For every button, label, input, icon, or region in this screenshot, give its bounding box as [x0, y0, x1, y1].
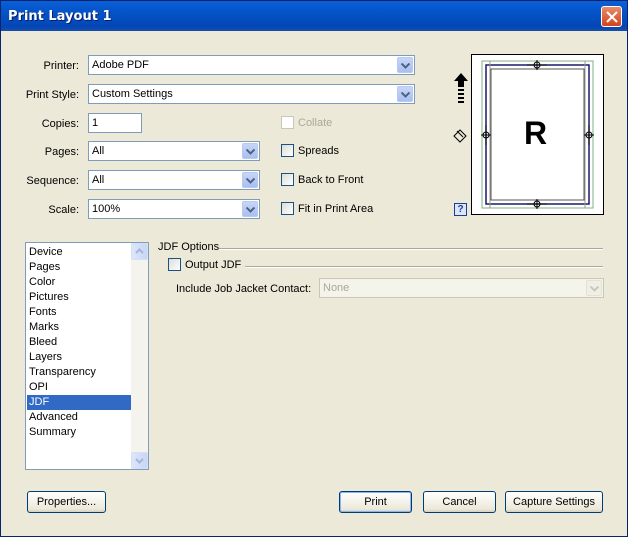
spreads-box [281, 144, 294, 157]
category-item-fonts[interactable]: Fonts [27, 305, 131, 320]
print-dialog: Print Layout 1 Printer: Adobe PDF Print … [0, 0, 628, 537]
printer-value: Adobe PDF [92, 59, 149, 71]
chevron-down-icon [246, 178, 255, 184]
fit-in-print-area-checkbox[interactable]: Fit in Print Area [281, 202, 373, 215]
help-icon: ? [457, 204, 464, 215]
feed-direction-arrow-icon [454, 73, 468, 103]
category-item-marks[interactable]: Marks [27, 320, 131, 335]
fit-in-print-area-box [281, 202, 294, 215]
print-button[interactable]: Print [339, 491, 412, 513]
scale-label: Scale: [48, 204, 79, 216]
category-item-advanced[interactable]: Advanced [27, 410, 131, 425]
category-item-jdf[interactable]: JDF [27, 395, 131, 410]
chevron-down-icon [246, 149, 255, 155]
printer-label: Printer: [43, 60, 79, 72]
collate-checkbox[interactable]: Collate [281, 116, 332, 129]
jdf-options-divider [219, 248, 603, 250]
help-button[interactable]: ? [454, 203, 467, 216]
category-item-opi[interactable]: OPI [27, 380, 131, 395]
sequence-label: Sequence: [26, 175, 79, 187]
preview-letter: R [524, 115, 548, 151]
pages-dropdown-button[interactable] [242, 143, 258, 159]
category-item-transparency[interactable]: Transparency [27, 365, 131, 380]
pages-label: Pages: [44, 146, 79, 158]
capture-settings-button[interactable]: Capture Settings [505, 491, 603, 513]
scale-dropdown-button[interactable] [242, 201, 258, 217]
chevron-up-icon [135, 248, 144, 254]
output-jdf-label: Output JDF [185, 258, 242, 271]
properties-button[interactable]: Properties... [27, 491, 106, 513]
category-list-scrollbar[interactable] [131, 243, 148, 469]
category-item-pages[interactable]: Pages [27, 260, 131, 275]
properties-button-label: Properties... [36, 496, 97, 508]
copies-value: 1 [92, 117, 99, 129]
jdf-options-title: JDF Options [158, 241, 220, 253]
category-item-device[interactable]: Device [27, 245, 131, 260]
back-to-front-label: Back to Front [298, 173, 364, 186]
scale-select[interactable]: 100% [88, 199, 260, 219]
output-jdf-divider [245, 266, 603, 268]
print-style-value: Custom Settings [92, 88, 173, 100]
title-bar: Print Layout 1 [1, 1, 627, 31]
printer-dropdown-button[interactable] [397, 57, 413, 73]
sequence-value: All [92, 174, 105, 186]
category-item-bleed[interactable]: Bleed [27, 335, 131, 350]
copies-label: Copies: [41, 118, 79, 130]
category-list[interactable]: Device Pages Color Pictures Fonts Marks Bleed L… [25, 242, 149, 470]
fit-in-print-area-label: Fit in Print Area [298, 202, 374, 215]
job-jacket-contact-select[interactable]: None [319, 278, 604, 298]
window-title: Print Layout 1 [8, 9, 112, 24]
job-jacket-value: None [323, 282, 350, 294]
sequence-dropdown-button[interactable] [242, 172, 258, 188]
collate-box [281, 116, 294, 129]
chevron-down-icon [590, 286, 599, 292]
back-to-front-checkbox[interactable]: Back to Front [281, 173, 363, 186]
scale-value: 100% [92, 203, 121, 215]
output-jdf-checkbox[interactable]: Output JDF [168, 258, 241, 271]
chevron-down-icon [135, 458, 144, 464]
sequence-select[interactable]: All [88, 170, 260, 190]
page-preview: R [471, 54, 604, 215]
chevron-down-icon [401, 92, 410, 98]
print-style-label: Print Style: [25, 89, 79, 101]
spreads-checkbox[interactable]: Spreads [281, 144, 339, 157]
printer-select[interactable]: Adobe PDF [88, 55, 415, 75]
capture-settings-button-label: Capture Settings [513, 496, 595, 508]
scroll-down-button[interactable] [131, 452, 148, 469]
print-style-dropdown-button[interactable] [397, 86, 413, 102]
print-style-select[interactable]: Custom Settings [88, 84, 415, 104]
spreads-label: Spreads [298, 144, 339, 157]
back-to-front-box [281, 173, 294, 186]
print-button-label: Print [364, 496, 387, 508]
close-icon [606, 11, 618, 23]
job-jacket-dropdown-button[interactable] [586, 280, 602, 296]
chevron-down-icon [246, 207, 255, 213]
scroll-up-button[interactable] [131, 243, 148, 260]
job-jacket-label: Include Job Jacket Contact: [176, 283, 312, 295]
copies-input[interactable]: 1 [88, 113, 142, 133]
page-rotate-icon[interactable] [451, 127, 469, 145]
pages-value: All [92, 145, 105, 157]
pages-select[interactable]: All [88, 141, 260, 161]
collate-label: Collate [298, 116, 333, 129]
category-item-layers[interactable]: Layers [27, 350, 131, 365]
output-jdf-box [168, 258, 181, 271]
category-item-pictures[interactable]: Pictures [27, 290, 131, 305]
cancel-button[interactable]: Cancel [423, 491, 496, 513]
category-item-color[interactable]: Color [27, 275, 131, 290]
cancel-button-label: Cancel [442, 496, 477, 508]
chevron-down-icon [401, 63, 410, 69]
category-item-summary[interactable]: Summary [27, 425, 131, 440]
close-button[interactable] [601, 6, 622, 27]
